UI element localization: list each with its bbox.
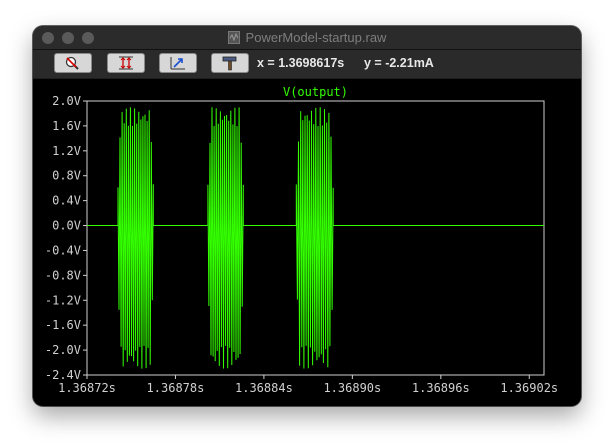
pan-button[interactable] bbox=[159, 53, 197, 73]
x-tick-label: 1.36872s bbox=[58, 381, 116, 395]
arrow-move-icon bbox=[170, 57, 185, 70]
y-tick-label: -1.6V bbox=[45, 318, 81, 332]
autorange-button[interactable] bbox=[107, 53, 145, 73]
plot-area[interactable]: V(output) 2.0V 1.6V 1.2V 0.8V 0.4V 0.0V -0.4V -0… bbox=[33, 79, 581, 406]
y-tick-label: 2.0V bbox=[52, 94, 81, 108]
title-bar[interactable]: PowerModel-startup.raw bbox=[33, 26, 581, 50]
y-tick-label: 1.6V bbox=[52, 119, 81, 133]
vertical-arrows-icon bbox=[119, 56, 133, 70]
y-tick-label: -0.4V bbox=[45, 243, 81, 257]
hammer-icon bbox=[222, 56, 237, 71]
trace-title: V(output) bbox=[283, 85, 348, 99]
waveform-window: PowerModel-startup.raw x = 1.3698617s y … bbox=[33, 26, 581, 406]
waveform-plot[interactable]: V(output) 2.0V 1.6V 1.2V 0.8V 0.4V 0.0V -0.4V -0… bbox=[33, 79, 581, 406]
window-title: PowerModel-startup.raw bbox=[245, 30, 387, 45]
cursor-y-readout: y = -2.21mA bbox=[364, 56, 434, 70]
series-line-v-output bbox=[87, 107, 544, 369]
y-tick-label: 0.8V bbox=[52, 169, 81, 183]
y-tick-label: -2.4V bbox=[45, 368, 81, 382]
y-tick-label: -1.2V bbox=[45, 293, 81, 307]
zoom-reset-button[interactable] bbox=[54, 53, 92, 73]
cursor-x-readout: x = 1.3698617s bbox=[257, 56, 345, 70]
y-tick-label: 0.0V bbox=[52, 219, 81, 233]
y-tick-label: 1.2V bbox=[52, 144, 81, 158]
x-tick-label: 1.36878s bbox=[147, 381, 205, 395]
y-tick-label: 0.4V bbox=[52, 194, 81, 208]
magnifier-cancel-icon bbox=[65, 56, 79, 70]
y-tick-label: -0.8V bbox=[45, 268, 81, 282]
hammer-button[interactable] bbox=[211, 53, 249, 73]
x-tick-label: 1.36896s bbox=[412, 381, 470, 395]
y-tick-label: -2.0V bbox=[45, 343, 81, 357]
x-tick-label: 1.36890s bbox=[323, 381, 381, 395]
x-tick-label: 1.36884s bbox=[235, 381, 293, 395]
document-icon bbox=[227, 31, 240, 44]
x-tick-label: 1.36902s bbox=[500, 381, 558, 395]
